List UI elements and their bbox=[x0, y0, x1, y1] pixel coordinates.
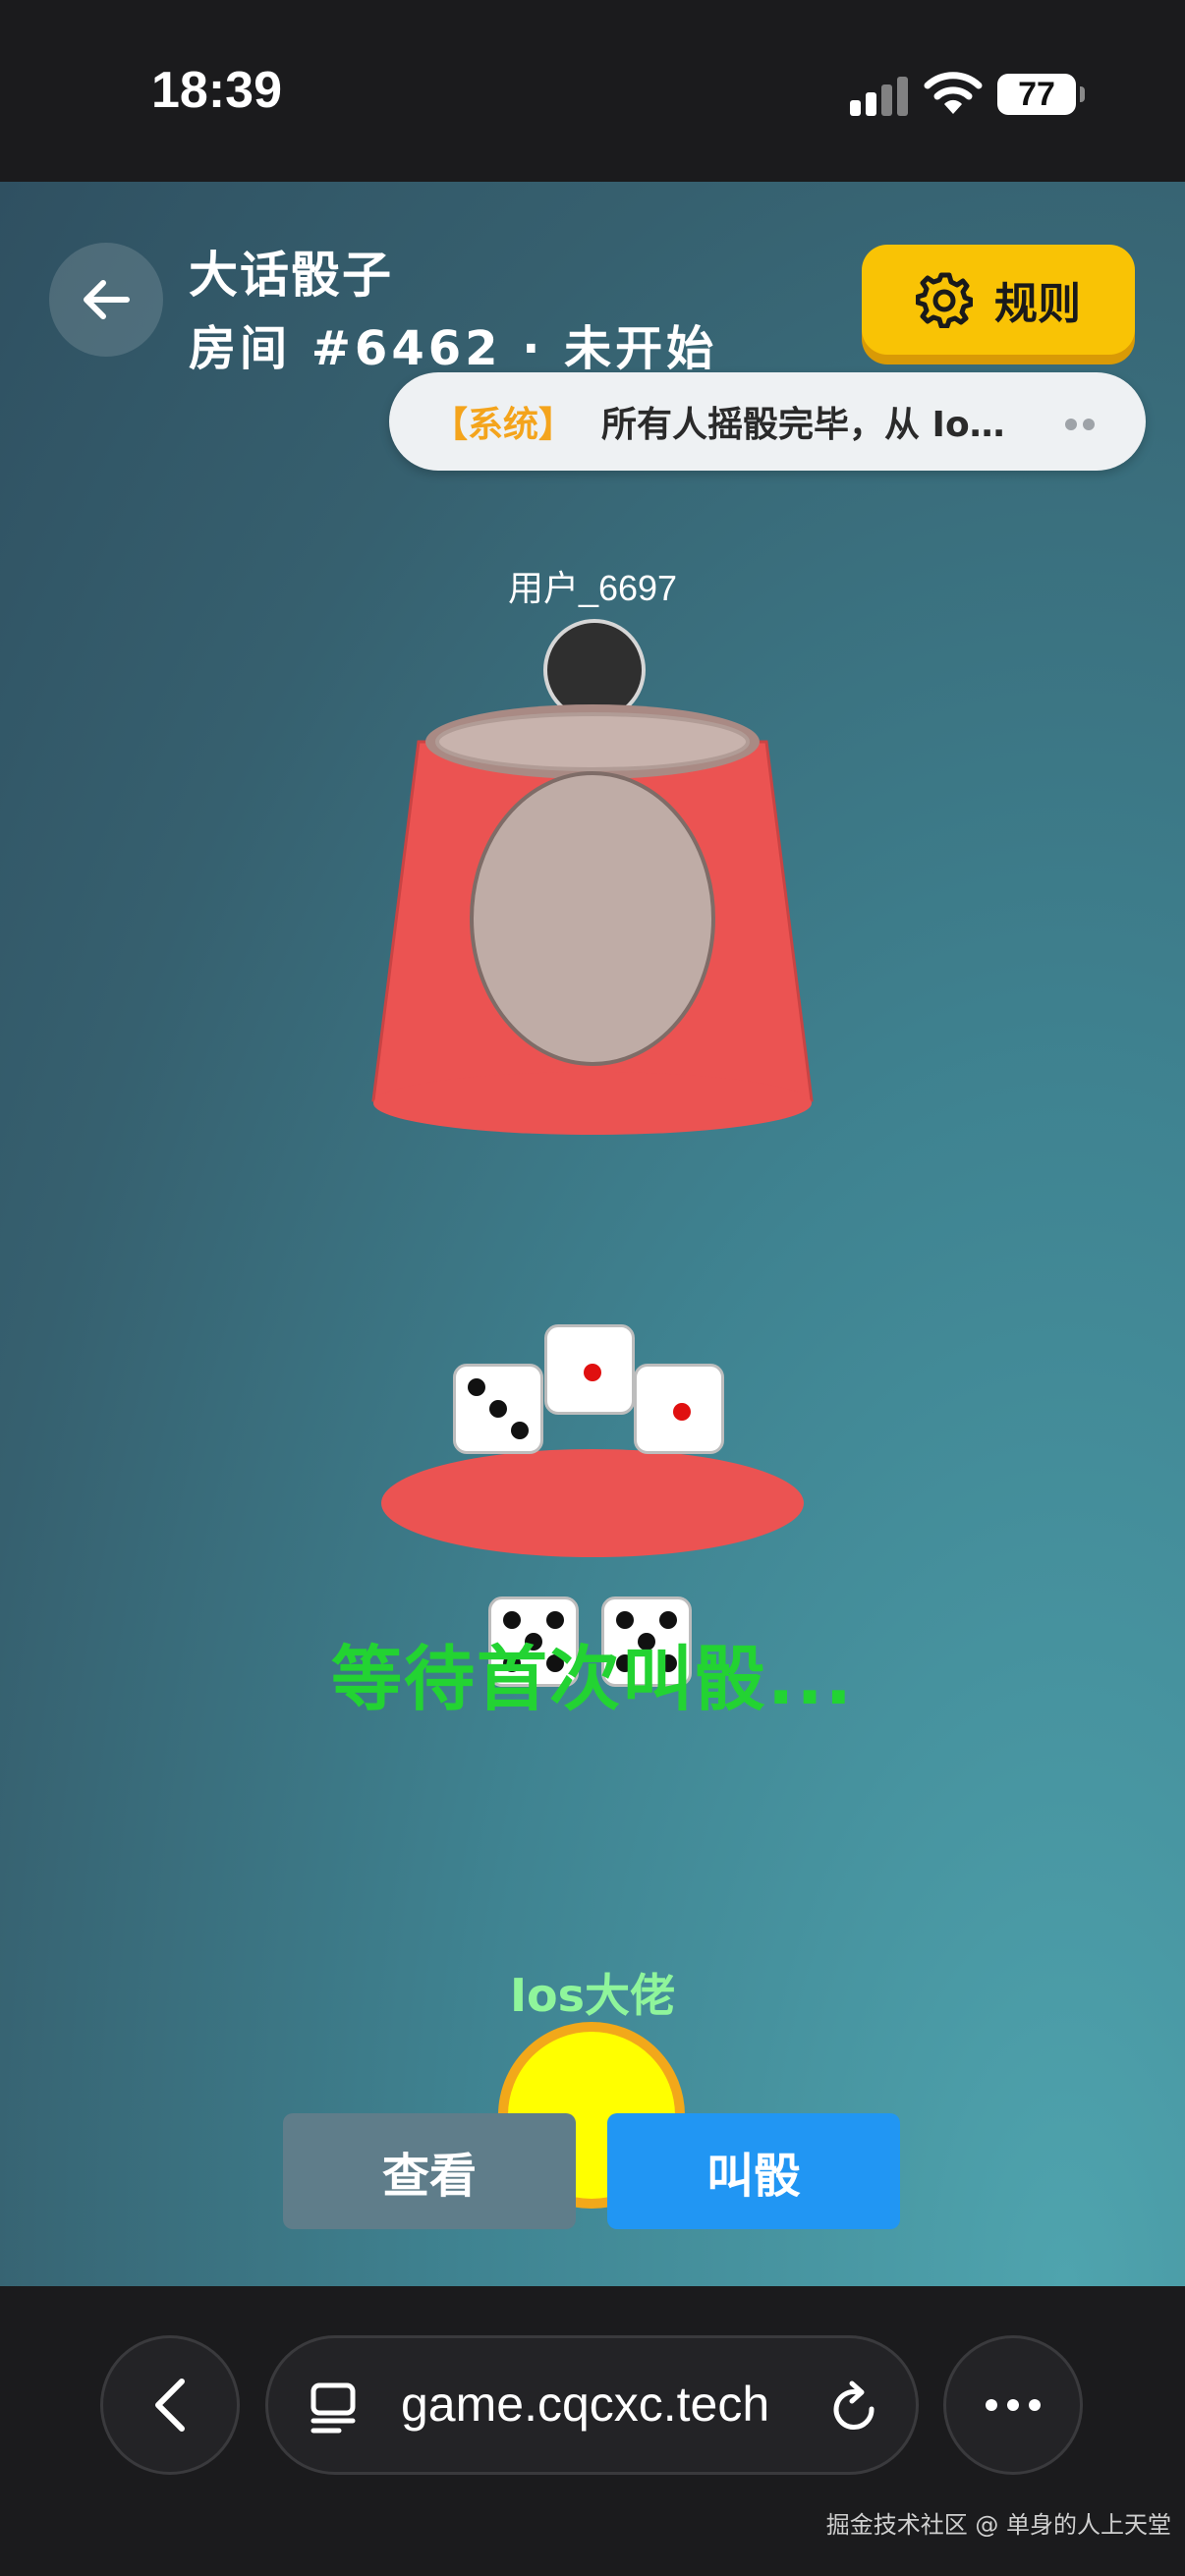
wifi-icon bbox=[924, 69, 983, 120]
rules-button[interactable]: 规则 bbox=[862, 245, 1135, 355]
url-text: game.cqcxc.tech bbox=[401, 2377, 770, 2432]
page-menu-icon bbox=[310, 2382, 356, 2434]
gear-icon bbox=[916, 272, 973, 328]
notice-text: 所有人摇骰完毕，从 Io… bbox=[601, 405, 1005, 445]
notice-tag: 【系统】 bbox=[432, 405, 575, 445]
system-notice[interactable]: 【系统】 所有人摇骰完毕，从 Io… bbox=[389, 372, 1146, 471]
browser-back-button[interactable] bbox=[100, 2335, 240, 2475]
reload-icon[interactable] bbox=[828, 2380, 881, 2436]
status-bar: 18:39 77 bbox=[0, 0, 1185, 182]
more-dots-icon bbox=[1059, 416, 1095, 434]
battery-icon: 77 bbox=[997, 74, 1085, 115]
watermark: 掘金技术社区 @ 单身的人上天堂 bbox=[825, 2511, 1171, 2539]
die bbox=[634, 1364, 724, 1454]
bid-button[interactable]: 叫骰 bbox=[607, 2113, 900, 2229]
game-area: 大话骰子 房间 #6462 · 未开始 规则 【系统】 所有人摇骰完毕，从 Io… bbox=[0, 182, 1185, 2286]
dice-plate bbox=[381, 1449, 804, 1557]
arrow-left-icon bbox=[84, 280, 130, 319]
more-options-button[interactable] bbox=[943, 2335, 1083, 2475]
my-name: Ios大佬 bbox=[509, 1969, 676, 2022]
chevron-left-icon bbox=[155, 2379, 185, 2432]
back-button[interactable] bbox=[49, 243, 163, 357]
cellular-signal-icon bbox=[850, 77, 909, 116]
clock: 18:39 bbox=[151, 62, 282, 119]
game-title: 大话骰子 bbox=[189, 247, 393, 304]
room-info: 房间 #6462 · 未开始 bbox=[189, 321, 718, 376]
rules-label: 规则 bbox=[994, 279, 1081, 329]
status-message: 等待首次叫骰... bbox=[330, 1638, 855, 1720]
view-button[interactable]: 查看 bbox=[283, 2113, 576, 2229]
address-bar[interactable]: game.cqcxc.tech bbox=[265, 2335, 919, 2475]
opponent-name: 用户_6697 bbox=[507, 568, 678, 608]
die bbox=[453, 1364, 543, 1454]
die bbox=[544, 1324, 635, 1415]
dice-cup bbox=[371, 704, 814, 1135]
